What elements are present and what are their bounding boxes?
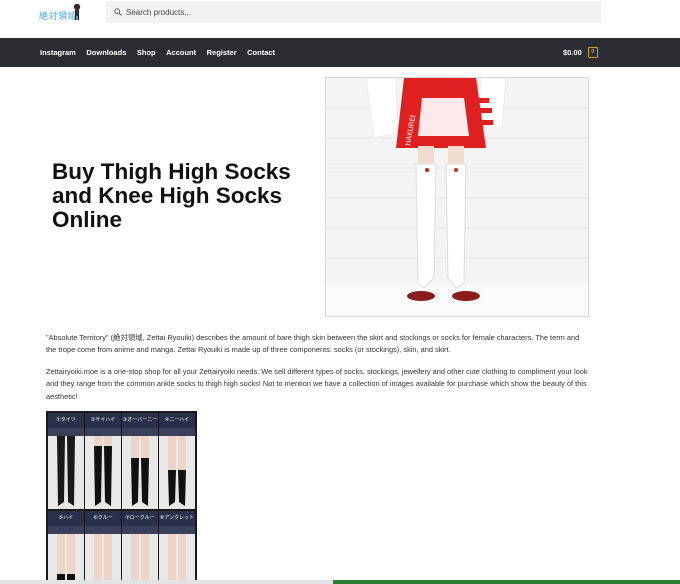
sock-type-cell: ⑤ハイ bbox=[48, 511, 84, 584]
logo-character-icon bbox=[73, 3, 81, 20]
cart-button[interactable]: $0.00 0 bbox=[563, 45, 598, 59]
cart-total: $0.00 bbox=[563, 47, 582, 57]
sock-type-label: ③オーバーニー bbox=[122, 413, 158, 428]
anklet-legs bbox=[159, 526, 195, 584]
sock-type-cell: ②サイハイ bbox=[85, 413, 121, 509]
nav-item-shop[interactable]: Shop bbox=[137, 48, 156, 57]
hero-title: Buy Thigh High Socks and Knee High Socks… bbox=[52, 159, 291, 232]
sock-types-image: ①タイツ ②サイハイ ③オーバーニー ④ニーハイ ⑤ハイ ⑥クルー ⑦ロークルー… bbox=[46, 411, 197, 584]
site-header: 絶対領域 bbox=[0, 0, 680, 38]
search-icon bbox=[114, 8, 122, 16]
sock-type-label: ④ニーハイ bbox=[159, 413, 195, 428]
intro-paragraph: "Absolute Territory" (絶対領域, Zettai Ryoui… bbox=[46, 333, 580, 355]
search-bar bbox=[106, 1, 601, 23]
sock-type-label: ①タイツ bbox=[48, 413, 84, 428]
nav-item-downloads[interactable]: Downloads bbox=[86, 48, 126, 57]
tights-legs bbox=[48, 428, 84, 506]
nav-menu: Instagram Downloads Shop Account Registe… bbox=[40, 38, 286, 67]
loading-progress-bar bbox=[333, 580, 680, 584]
hero-photo-illustration: HAKUREI bbox=[326, 78, 588, 316]
thigh-high-legs bbox=[85, 428, 121, 506]
sock-type-label: ⑦ロークルー bbox=[122, 511, 158, 526]
knee-high-legs bbox=[159, 428, 195, 506]
high-sock-legs bbox=[48, 526, 84, 584]
shopping-bag-icon: 0 bbox=[587, 46, 598, 58]
primary-navigation: Instagram Downloads Shop Account Registe… bbox=[0, 38, 680, 67]
nav-item-contact[interactable]: Contact bbox=[247, 48, 275, 57]
sock-type-cell: ⑧アンクレット bbox=[159, 511, 195, 584]
sock-type-label: ⑥クルー bbox=[85, 511, 121, 526]
sock-type-cell: ⑦ロークルー bbox=[122, 511, 158, 584]
nav-item-register[interactable]: Register bbox=[207, 48, 237, 57]
nav-item-instagram[interactable]: Instagram bbox=[40, 48, 76, 57]
sock-type-cell: ⑥クルー bbox=[85, 511, 121, 584]
over-knee-legs bbox=[122, 428, 158, 506]
site-logo[interactable]: 絶対領域 bbox=[39, 3, 85, 23]
sock-type-cell: ①タイツ bbox=[48, 413, 84, 509]
sock-type-label: ⑤ハイ bbox=[48, 511, 84, 526]
sock-type-cell: ④ニーハイ bbox=[159, 413, 195, 509]
cart-count: 0 bbox=[591, 48, 595, 55]
crew-sock-legs bbox=[85, 526, 121, 584]
hero-image: HAKUREI bbox=[325, 77, 589, 317]
low-crew-legs bbox=[122, 526, 158, 584]
nav-item-account[interactable]: Account bbox=[166, 48, 196, 57]
sock-type-label: ②サイハイ bbox=[85, 413, 121, 428]
sock-type-label: ⑧アンクレット bbox=[159, 511, 195, 526]
sock-type-cell: ③オーバーニー bbox=[122, 413, 158, 509]
search-input[interactable] bbox=[126, 5, 586, 19]
about-paragraph: Zettairyoiki.moe is a one-stop shop for … bbox=[46, 367, 588, 401]
